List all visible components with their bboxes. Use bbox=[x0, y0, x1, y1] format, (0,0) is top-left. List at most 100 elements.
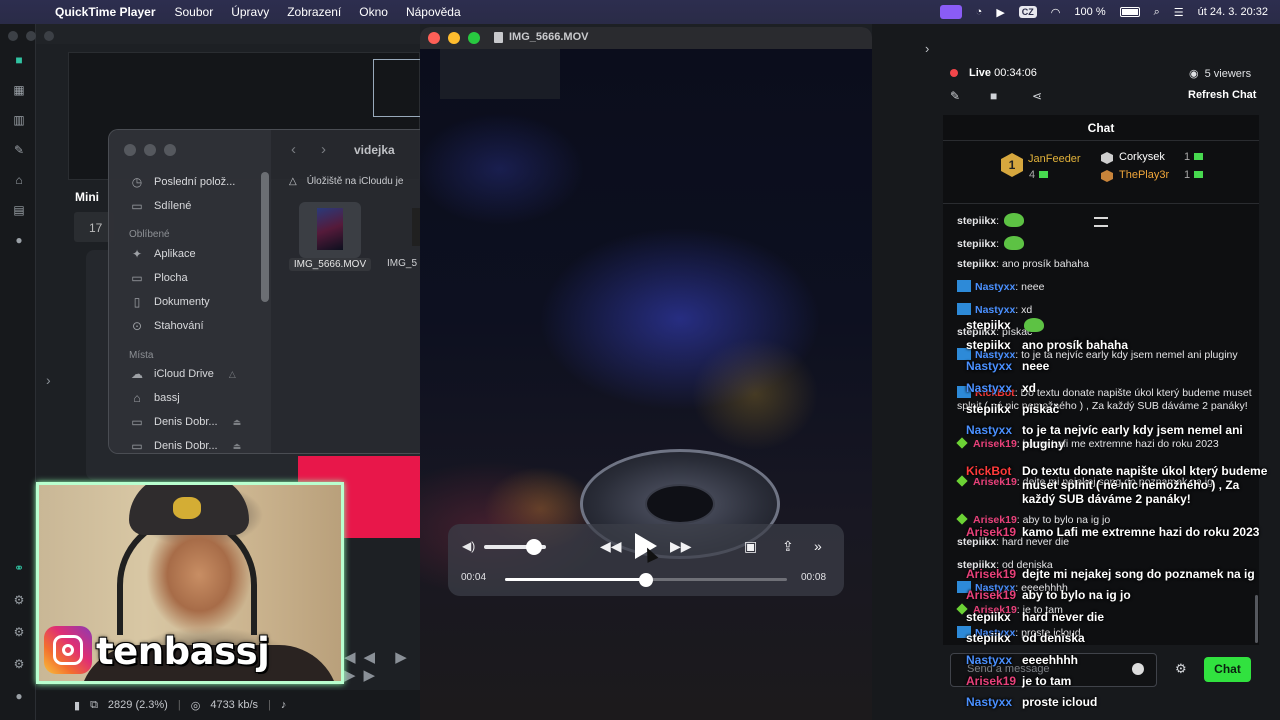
layout-icon[interactable]: ▦ bbox=[12, 84, 26, 96]
menu-clock[interactable]: út 24. 3. 20:32 bbox=[1198, 6, 1268, 18]
viewer-count: ◉ 5 viewers bbox=[1189, 67, 1252, 81]
window-min-dot[interactable] bbox=[26, 31, 36, 41]
input-source-badge[interactable]: CZ bbox=[1018, 6, 1037, 18]
file-name-2[interactable]: IMG_5 bbox=[387, 258, 417, 269]
quicktime-titlebar: IMG_5666.MOV bbox=[420, 27, 872, 49]
studio-icon[interactable]: ▥ bbox=[12, 114, 26, 126]
sidebar-item-apps[interactable]: ✦ Aplikace bbox=[129, 247, 196, 261]
live-icon[interactable]: ● bbox=[12, 234, 26, 246]
document-icon: ▯ bbox=[133, 295, 141, 309]
sidebar-item-recent[interactable]: ◷ Poslední polož... bbox=[129, 175, 236, 189]
chat-message: stepiikx: bbox=[957, 213, 1253, 228]
sidebar-item-icloud[interactable]: ☁ iCloud Drive △ bbox=[129, 367, 236, 381]
fast-forward-icon[interactable]: ▶▶ bbox=[670, 538, 692, 555]
menu-zobrazeni[interactable]: Zobrazení bbox=[278, 5, 350, 19]
stage-manager-icon[interactable] bbox=[939, 5, 962, 19]
tool-icon[interactable]: ⚙ bbox=[12, 594, 26, 606]
forward-icon[interactable]: › bbox=[321, 141, 326, 158]
quicktime-window: IMG_5666.MOV ◀) ◀◀ ▶▶ ▣ ⇪ » 00:04 00:08 bbox=[420, 27, 872, 720]
rewind-icon[interactable]: ◀◀ bbox=[600, 538, 622, 555]
maximize-button[interactable] bbox=[468, 32, 480, 44]
control-center-icon[interactable]: ☰ bbox=[1174, 6, 1184, 19]
menu-soubor[interactable]: Soubor bbox=[166, 5, 223, 19]
themes-icon[interactable]: ✎ bbox=[12, 144, 26, 156]
battery-icon[interactable] bbox=[1119, 7, 1140, 17]
bitrate-icon: ◎ bbox=[190, 699, 201, 712]
sidebar-item-disk2[interactable]: ▭ Denis Dobr... ⏏ bbox=[129, 439, 241, 453]
menu-okno[interactable]: Okno bbox=[350, 5, 397, 19]
finder-min-dot[interactable] bbox=[144, 144, 156, 156]
camera-icon[interactable]: ■ bbox=[990, 89, 997, 103]
chevron-right-icon[interactable]: › bbox=[46, 372, 51, 388]
file-name[interactable]: IMG_5666.MOV bbox=[289, 258, 371, 271]
sidebar-scrollbar[interactable] bbox=[261, 172, 269, 302]
more-icon[interactable]: » bbox=[814, 538, 822, 554]
search-icon[interactable]: ⌕ bbox=[1154, 6, 1160, 19]
share-icon[interactable]: ⋖ bbox=[1032, 89, 1042, 103]
source-selection[interactable] bbox=[373, 59, 421, 117]
bell-icon[interactable]: ♪ bbox=[281, 699, 287, 711]
app-left-nav: ■ ▦ ▥ ✎ ⌂ ▤ ● ⚭ ⚙ ⚙ ⚙ ● bbox=[0, 24, 36, 720]
wifi-icon[interactable]: ◠ bbox=[1051, 6, 1061, 19]
finder-close-dot[interactable] bbox=[124, 144, 136, 156]
eject-icon[interactable]: ⏏ bbox=[233, 441, 242, 452]
badge-icon bbox=[956, 513, 968, 525]
rank3-name: ThePlay3r bbox=[1119, 169, 1170, 181]
refresh-chat-button[interactable]: Refresh Chat bbox=[1188, 89, 1256, 101]
warning-icon: △ bbox=[228, 368, 236, 379]
finder-max-dot[interactable] bbox=[164, 144, 176, 156]
settings-icon[interactable]: ⚙ bbox=[12, 658, 26, 670]
share-icon[interactable]: ⇪ bbox=[782, 538, 794, 555]
app-status-bar: ▮ ⧉ 2829 (2.3%) | ◎ 4733 kb/s | ♪ bbox=[36, 690, 420, 720]
chevron-right-icon[interactable]: › bbox=[925, 41, 929, 56]
sidebar-item-desktop[interactable]: ▭ Plocha bbox=[129, 271, 187, 285]
scrubber[interactable] bbox=[505, 573, 787, 587]
volume-knob[interactable] bbox=[525, 539, 542, 555]
editor-icon[interactable]: ■ bbox=[12, 54, 26, 66]
menu-upravy[interactable]: Úpravy bbox=[222, 5, 278, 19]
file-thumbnail[interactable] bbox=[299, 202, 361, 258]
speedometer-icon[interactable]: ◔ bbox=[976, 6, 983, 18]
rank2-name: Corkysek bbox=[1119, 151, 1165, 163]
play-circle-icon[interactable]: ▶ bbox=[996, 6, 1004, 19]
overlay-message: KickBot Do textu donate napište úkol kter… bbox=[966, 464, 1268, 506]
volume-icon[interactable]: ◀) bbox=[462, 539, 475, 553]
back-icon[interactable]: ‹ bbox=[291, 141, 296, 158]
sidebar-item-documents[interactable]: ▯ Dokumenty bbox=[129, 295, 210, 309]
sidebar-item-disk1[interactable]: ▭ Denis Dobr... ⏏ bbox=[129, 415, 241, 429]
minimize-button[interactable] bbox=[448, 32, 460, 44]
overlay-message: Nastyxx proste icloud bbox=[966, 695, 1098, 709]
chat-panel: Chat 1 JanFeeder 4 Corkysek 1 ThePlay3r … bbox=[943, 115, 1259, 645]
overlay-message: stepiikx od deniska bbox=[966, 631, 1085, 645]
overlay-message: stepiikx ano prosík bahaha bbox=[966, 338, 1129, 352]
window-close-dot[interactable] bbox=[8, 31, 18, 41]
pencil-icon[interactable]: ✎ bbox=[950, 89, 960, 103]
menu-bar: QuickTime Player Soubor Úpravy Zobrazení… bbox=[0, 0, 1280, 24]
video-frame[interactable] bbox=[420, 49, 872, 720]
live-status: Live 00:34:06 bbox=[969, 67, 1037, 79]
file-thumbnail-2[interactable] bbox=[412, 208, 420, 246]
chat-header: Chat bbox=[943, 115, 1259, 141]
picture-in-picture-icon[interactable]: ▣ bbox=[744, 538, 757, 555]
sidebar-item-home[interactable]: ⌂ bassj bbox=[129, 391, 179, 405]
sidebar-item-downloads[interactable]: ⊙ Stahování bbox=[129, 319, 204, 333]
mini-transport[interactable]: ◀◀ ▶ ▶▶ bbox=[344, 648, 420, 684]
profile-icon[interactable]: ● bbox=[12, 690, 26, 702]
close-button[interactable] bbox=[428, 32, 440, 44]
menu-app-name[interactable]: QuickTime Player bbox=[46, 5, 166, 19]
overlay-message: stepiikx pískač bbox=[966, 402, 1060, 416]
sidebar-item-shared[interactable]: ▭ Sdílené bbox=[129, 199, 191, 213]
eject-icon[interactable]: ⏏ bbox=[233, 417, 242, 428]
stats-icon[interactable]: ▮ bbox=[74, 699, 80, 712]
total-time: 00:08 bbox=[801, 572, 827, 583]
media-icon[interactable]: ▤ bbox=[12, 204, 26, 216]
sidebar-head-places: Místa bbox=[129, 350, 154, 361]
desktop-icon: ▭ bbox=[131, 271, 143, 285]
link-icon[interactable]: ⚭ bbox=[12, 562, 26, 574]
menu-napoveda[interactable]: Nápověda bbox=[397, 5, 470, 19]
tool2-icon[interactable]: ⚙ bbox=[12, 626, 26, 638]
window-max-dot[interactable] bbox=[44, 31, 54, 41]
store-icon[interactable]: ⌂ bbox=[12, 174, 26, 186]
warning-icon: △ bbox=[289, 176, 297, 187]
scrubber-knob[interactable] bbox=[639, 573, 653, 587]
